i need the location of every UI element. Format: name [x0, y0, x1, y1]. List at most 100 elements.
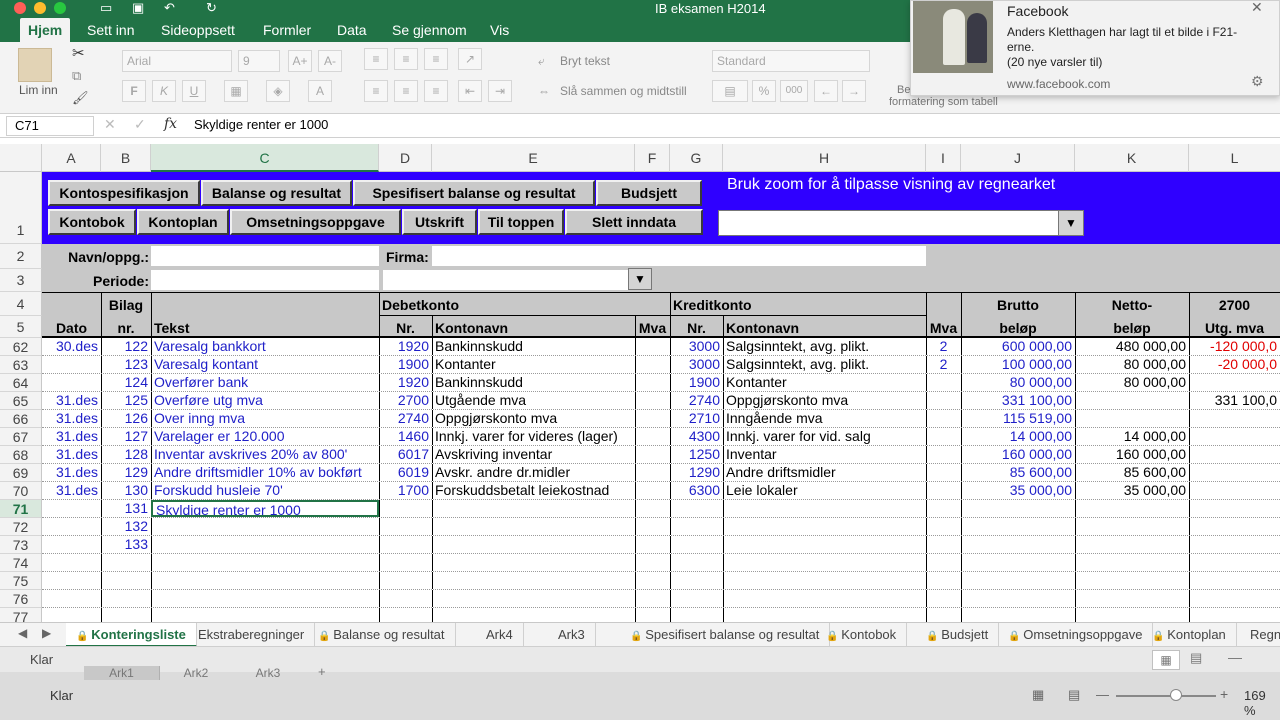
netto-cell[interactable]: 80 000,00	[1075, 374, 1189, 391]
debet-mva-cell[interactable]	[635, 410, 670, 427]
brutto-cell[interactable]	[961, 554, 1075, 571]
utg-mva-cell[interactable]	[1189, 446, 1280, 463]
tekst-cell[interactable]: Over inng mva	[151, 410, 379, 427]
utg-mva-cell[interactable]	[1189, 374, 1280, 391]
firma-input[interactable]	[432, 246, 926, 266]
utg-mva-cell[interactable]	[1189, 482, 1280, 499]
bilag-cell[interactable]: 122	[101, 338, 151, 355]
confirm-icon[interactable]: ✓	[134, 116, 146, 133]
kredit-mva-cell[interactable]	[926, 410, 961, 427]
bilag-cell[interactable]	[101, 590, 151, 607]
brutto-cell[interactable]: 600 000,00	[961, 338, 1075, 355]
spesifisert-balanse-button[interactable]: Spesifisert balanse og resultat	[353, 180, 595, 206]
debet-kontonavn-cell[interactable]	[432, 554, 635, 571]
budsjett-button[interactable]: Budsjett	[596, 180, 702, 206]
sheet-tab[interactable]: Regns	[1240, 623, 1280, 647]
font-color-icon[interactable]: A	[308, 80, 332, 102]
kredit-nr-cell[interactable]: 1290	[670, 464, 723, 481]
netto-cell[interactable]	[1075, 536, 1189, 553]
kredit-nr-cell[interactable]: 4300	[670, 428, 723, 445]
zoom-select[interactable]	[718, 210, 1062, 236]
kredit-mva-cell[interactable]	[926, 500, 961, 517]
select-all-corner[interactable]	[0, 144, 42, 172]
tekst-cell[interactable]: Varelager er 120.000	[151, 428, 379, 445]
debet-mva-cell[interactable]	[635, 590, 670, 607]
utg-mva-cell[interactable]	[1189, 590, 1280, 607]
til-toppen-button[interactable]: Til toppen	[478, 209, 564, 235]
wrap-text-icon[interactable]: ⤶	[538, 54, 545, 69]
utg-mva-cell[interactable]	[1189, 464, 1280, 481]
add-sheet-icon[interactable]: +	[318, 664, 326, 679]
netto-cell[interactable]	[1075, 392, 1189, 409]
kredit-kontonavn-cell[interactable]: Salgsinntekt, avg. plikt.	[723, 356, 926, 373]
brutto-cell[interactable]: 35 000,00	[961, 482, 1075, 499]
debet-kontonavn-cell[interactable]: Utgående mva	[432, 392, 635, 409]
kredit-nr-cell[interactable]: 2740	[670, 392, 723, 409]
utg-mva-cell[interactable]	[1189, 500, 1280, 517]
debet-mva-cell[interactable]	[635, 572, 670, 589]
row-header-73[interactable]: 73	[0, 536, 42, 554]
active-cell[interactable]: Skyldige renter er 1000	[151, 500, 379, 517]
balanse-resultat-button[interactable]: Balanse og resultat	[201, 180, 352, 206]
debet-kontonavn-cell[interactable]	[432, 572, 635, 589]
brutto-cell[interactable]: 85 600,00	[961, 464, 1075, 481]
kredit-nr-cell[interactable]	[670, 590, 723, 607]
increase-decimal-icon[interactable]: ←	[814, 80, 838, 102]
brutto-cell[interactable]	[961, 590, 1075, 607]
brutto-cell[interactable]: 160 000,00	[961, 446, 1075, 463]
kredit-kontonavn-cell[interactable]	[723, 518, 926, 535]
bilag-cell[interactable]	[101, 572, 151, 589]
tekst-cell[interactable]: Varesalg bankkort	[151, 338, 379, 355]
align-right-icon[interactable]: ≡	[424, 80, 448, 102]
debet-mva-cell[interactable]	[635, 500, 670, 517]
disk-icon[interactable]: ▣	[132, 0, 144, 16]
borders-icon[interactable]: ▦	[224, 80, 248, 102]
row-header-2[interactable]: 2	[0, 244, 42, 269]
debet-kontonavn-cell[interactable]: Kontanter	[432, 356, 635, 373]
kredit-mva-cell[interactable]: 2	[926, 356, 961, 373]
decrease-decimal-icon[interactable]: →	[842, 80, 866, 102]
sheet-tab[interactable]: Ekstraberegninger	[188, 623, 316, 647]
tekst-cell[interactable]: Andre driftsmidler 10% av bokført	[151, 464, 379, 481]
brutto-cell[interactable]	[961, 518, 1075, 535]
kredit-kontonavn-cell[interactable]: Oppgjørskonto mva	[723, 392, 926, 409]
sheet-tab[interactable]: 🔒 Budsjett	[916, 623, 1000, 647]
conditional-format-label[interactable]: Be	[897, 84, 910, 96]
debet-nr-cell[interactable]: 1700	[379, 482, 432, 499]
debet-kontonavn-cell[interactable]	[432, 500, 635, 517]
debet-nr-cell[interactable]	[379, 500, 432, 517]
bold-icon[interactable]: F	[122, 80, 146, 102]
row-header-71[interactable]: 71	[0, 500, 42, 518]
tekst-cell[interactable]: Inventar avskrives 20% av 800'	[151, 446, 379, 463]
orientation-icon[interactable]: ↗	[458, 48, 482, 70]
kredit-kontonavn-cell[interactable]: Inventar	[723, 446, 926, 463]
bilag-cell[interactable]: 132	[101, 518, 151, 535]
italic-icon[interactable]: K	[152, 80, 176, 102]
debet-mva-cell[interactable]	[635, 446, 670, 463]
slett-inndata-button[interactable]: Slett inndata	[565, 209, 703, 235]
col-header-i[interactable]: I	[926, 144, 961, 172]
kredit-nr-cell[interactable]: 1250	[670, 446, 723, 463]
debet-mva-cell[interactable]	[635, 554, 670, 571]
tab-se-gjennom[interactable]: Se gjennom	[384, 18, 475, 42]
increase-indent-icon[interactable]: ⇥	[488, 80, 512, 102]
periode-select[interactable]	[383, 270, 629, 290]
col-header-h[interactable]: H	[723, 144, 926, 172]
col-header-g[interactable]: G	[670, 144, 723, 172]
kredit-nr-cell[interactable]	[670, 554, 723, 571]
align-center-icon[interactable]: ≡	[394, 80, 418, 102]
debet-kontonavn-cell[interactable]: Oppgjørskonto mva	[432, 410, 635, 427]
page-layout-icon-back[interactable]: ▤	[1068, 687, 1080, 703]
netto-cell[interactable]	[1075, 410, 1189, 427]
tab-vis[interactable]: Vis	[482, 18, 517, 42]
accounting-icon[interactable]: ▤	[712, 80, 748, 102]
minimize-window-button[interactable]	[34, 2, 46, 14]
bilag-cell[interactable]: 125	[101, 392, 151, 409]
kredit-kontonavn-cell[interactable]: Salgsinntekt, avg. plikt.	[723, 338, 926, 355]
redo-icon[interactable]: ↻	[206, 0, 217, 16]
notification-close-icon[interactable]: ✕	[1251, 0, 1263, 16]
dato-cell[interactable]: 31.des	[42, 482, 101, 499]
decrease-indent-icon[interactable]: ⇤	[458, 80, 482, 102]
debet-nr-cell[interactable]: 1900	[379, 356, 432, 373]
debet-kontonavn-cell[interactable]: Forskuddsbetalt leiekostnad	[432, 482, 635, 499]
